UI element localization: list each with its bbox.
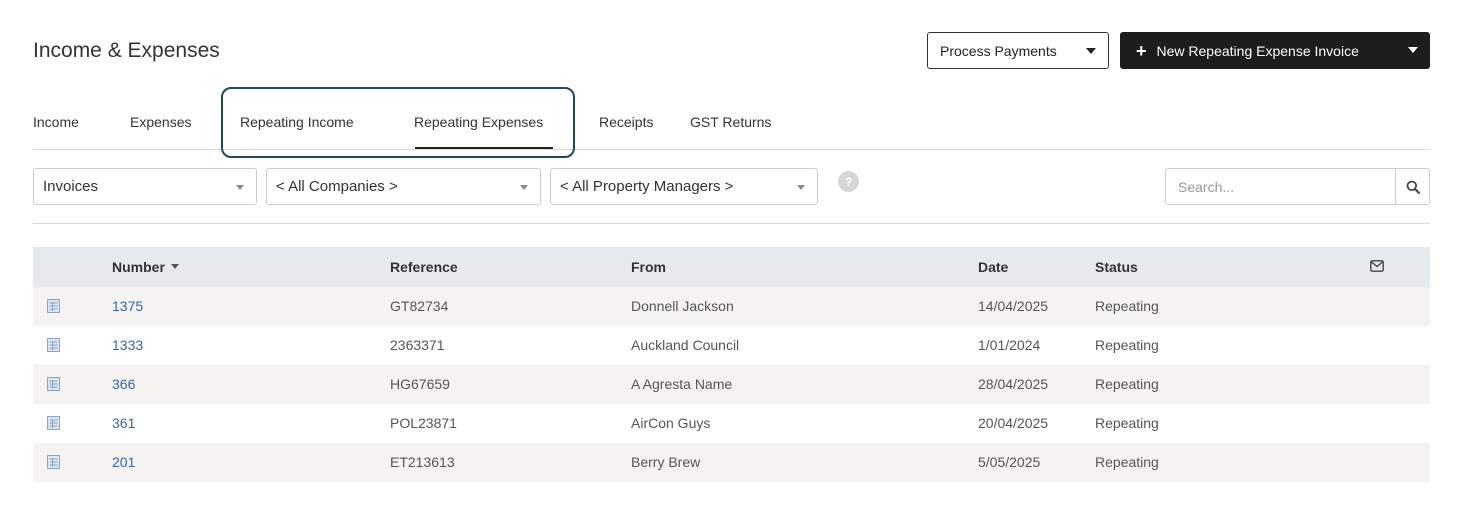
chevron-down-icon [520, 185, 528, 190]
row-reference: POL23871 [390, 415, 457, 431]
row-from: Donnell Jackson [631, 298, 734, 314]
invoice-document-icon[interactable] [47, 455, 60, 469]
type-select[interactable]: Invoices [33, 168, 257, 205]
new-repeating-expense-invoice-button[interactable]: + New Repeating Expense Invoice [1120, 32, 1430, 69]
filter-divider [33, 223, 1430, 224]
plus-icon: + [1136, 40, 1147, 61]
page-title: Income & Expenses [33, 39, 220, 62]
row-from: AirCon Guys [631, 415, 711, 431]
tab-receipts[interactable]: Receipts [599, 114, 653, 130]
row-reference: ET213613 [390, 454, 455, 470]
tabs-highlight-outline [221, 87, 575, 158]
row-reference: GT82734 [390, 298, 449, 314]
sort-desc-icon [170, 263, 179, 269]
row-from: A Agresta Name [631, 376, 733, 392]
row-number-link[interactable]: 366 [112, 376, 135, 392]
row-reference: HG67659 [390, 376, 450, 392]
row-date: 14/04/2025 [978, 298, 1049, 314]
tab-income[interactable]: Income [33, 114, 79, 130]
property-manager-select[interactable]: < All Property Managers > [550, 168, 818, 205]
search-input[interactable] [1166, 169, 1396, 204]
row-status: Repeating [1095, 337, 1159, 353]
tab-gst-returns[interactable]: GST Returns [690, 114, 771, 130]
type-select-value: Invoices [43, 178, 99, 195]
row-number-link[interactable]: 201 [112, 454, 135, 470]
row-number-link[interactable]: 361 [112, 415, 135, 431]
invoice-document-icon[interactable] [47, 338, 60, 352]
row-date: 20/04/2025 [978, 415, 1049, 431]
chevron-down-icon [1086, 48, 1096, 54]
envelope-icon[interactable] [1370, 260, 1384, 272]
invoice-table: Number Reference From Date Status 1375 G… [33, 247, 1430, 482]
column-header-number[interactable]: Number [112, 259, 179, 275]
row-reference: 2363371 [390, 337, 445, 353]
table-row[interactable]: 1375 GT82734 Donnell Jackson 14/04/2025 … [33, 287, 1430, 326]
search-icon [1406, 180, 1420, 194]
search-button[interactable] [1395, 169, 1429, 204]
search-box [1165, 168, 1430, 205]
new-invoice-label: New Repeating Expense Invoice [1156, 42, 1359, 59]
table-row[interactable]: 1333 2363371 Auckland Council 1/01/2024 … [33, 326, 1430, 365]
row-status: Repeating [1095, 454, 1159, 470]
chevron-down-icon [236, 185, 244, 190]
row-number-link[interactable]: 1375 [112, 298, 143, 314]
row-date: 5/05/2025 [978, 454, 1041, 470]
invoice-document-icon[interactable] [47, 377, 60, 391]
table-row[interactable]: 366 HG67659 A Agresta Name 28/04/2025 Re… [33, 365, 1430, 404]
column-header-reference[interactable]: Reference [390, 259, 458, 275]
invoice-document-icon[interactable] [47, 416, 60, 430]
chevron-down-icon [797, 185, 805, 190]
row-from: Berry Brew [631, 454, 701, 470]
table-header: Number Reference From Date Status [33, 247, 1430, 287]
row-status: Repeating [1095, 298, 1159, 314]
property-manager-select-value: < All Property Managers > [560, 178, 734, 195]
company-select-value: < All Companies > [276, 178, 398, 195]
row-from: Auckland Council [631, 337, 740, 353]
process-payments-button[interactable]: Process Payments [927, 32, 1109, 69]
table-row[interactable]: 361 POL23871 AirCon Guys 20/04/2025 Repe… [33, 404, 1430, 443]
chevron-down-icon[interactable] [1408, 47, 1418, 53]
column-header-from[interactable]: From [631, 259, 666, 275]
row-status: Repeating [1095, 415, 1159, 431]
row-date: 28/04/2025 [978, 376, 1049, 392]
row-date: 1/01/2024 [978, 337, 1041, 353]
company-select[interactable]: < All Companies > [266, 168, 541, 205]
column-header-status[interactable]: Status [1095, 259, 1138, 275]
column-header-number-label: Number [112, 259, 165, 275]
table-row[interactable]: 201 ET213613 Berry Brew 5/05/2025 Repeat… [33, 443, 1430, 482]
column-header-date[interactable]: Date [978, 259, 1008, 275]
row-status: Repeating [1095, 376, 1159, 392]
process-payments-label: Process Payments [940, 42, 1057, 59]
tab-expenses[interactable]: Expenses [130, 114, 191, 130]
table-body: 1375 GT82734 Donnell Jackson 14/04/2025 … [33, 287, 1430, 482]
row-number-link[interactable]: 1333 [112, 337, 143, 353]
invoice-document-icon[interactable] [47, 299, 60, 313]
help-icon[interactable]: ? [838, 171, 859, 192]
